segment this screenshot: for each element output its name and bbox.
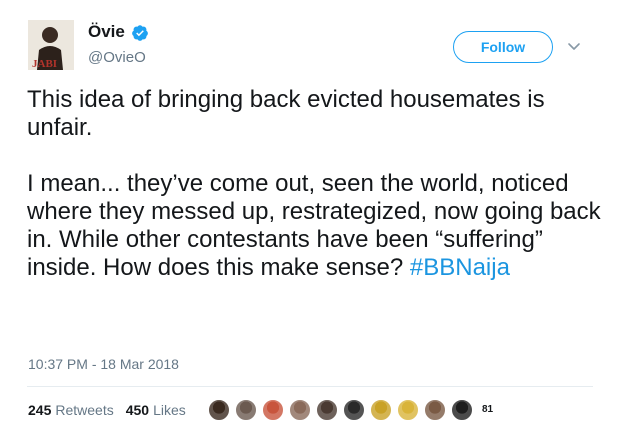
retweets-stat[interactable]: 245 Retweets: [28, 402, 114, 418]
liker-avatar[interactable]: [289, 399, 311, 421]
retweets-count: 245: [28, 402, 52, 418]
likes-label: Likes: [153, 402, 186, 418]
chevron-down-icon[interactable]: [566, 38, 582, 54]
follow-button[interactable]: Follow: [453, 31, 553, 63]
liker-avatar[interactable]: [316, 399, 338, 421]
liker-avatar[interactable]: [397, 399, 419, 421]
stats-bar: 245 Retweets 450 Likes: [28, 402, 198, 418]
liker-facepile: 81: [208, 399, 493, 421]
liker-avatar[interactable]: [370, 399, 392, 421]
liker-avatar[interactable]: [208, 399, 230, 421]
tweet-text: This idea of bringing back evicted house…: [27, 86, 607, 282]
liker-avatar[interactable]: [451, 399, 473, 421]
likes-stat[interactable]: 450 Likes: [126, 402, 186, 418]
liker-avatar[interactable]: [424, 399, 446, 421]
liker-count[interactable]: 81: [482, 405, 493, 415]
timestamp[interactable]: 10:37 PM - 18 Mar 2018: [28, 356, 179, 372]
tweet-paragraph-text: I mean... they’ve come out, seen the wor…: [27, 170, 601, 281]
likes-count: 450: [125, 402, 150, 418]
tweet-paragraph: This idea of bringing back evicted house…: [27, 86, 545, 141]
divider: [27, 386, 593, 387]
avatar-watermark-text: JABI: [32, 58, 57, 70]
display-name[interactable]: Övie: [88, 22, 125, 42]
retweets-label: Retweets: [55, 402, 114, 418]
verified-badge-icon: [132, 25, 148, 41]
handle[interactable]: @OvieO: [88, 49, 146, 66]
hashtag-link[interactable]: #BBNaija: [410, 254, 510, 281]
liker-avatar[interactable]: [235, 399, 257, 421]
liker-avatar[interactable]: [343, 399, 365, 421]
avatar[interactable]: JABI: [28, 20, 74, 70]
tweet-paragraph: I mean... they’ve come out, seen the wor…: [27, 170, 607, 282]
liker-avatar[interactable]: [262, 399, 284, 421]
